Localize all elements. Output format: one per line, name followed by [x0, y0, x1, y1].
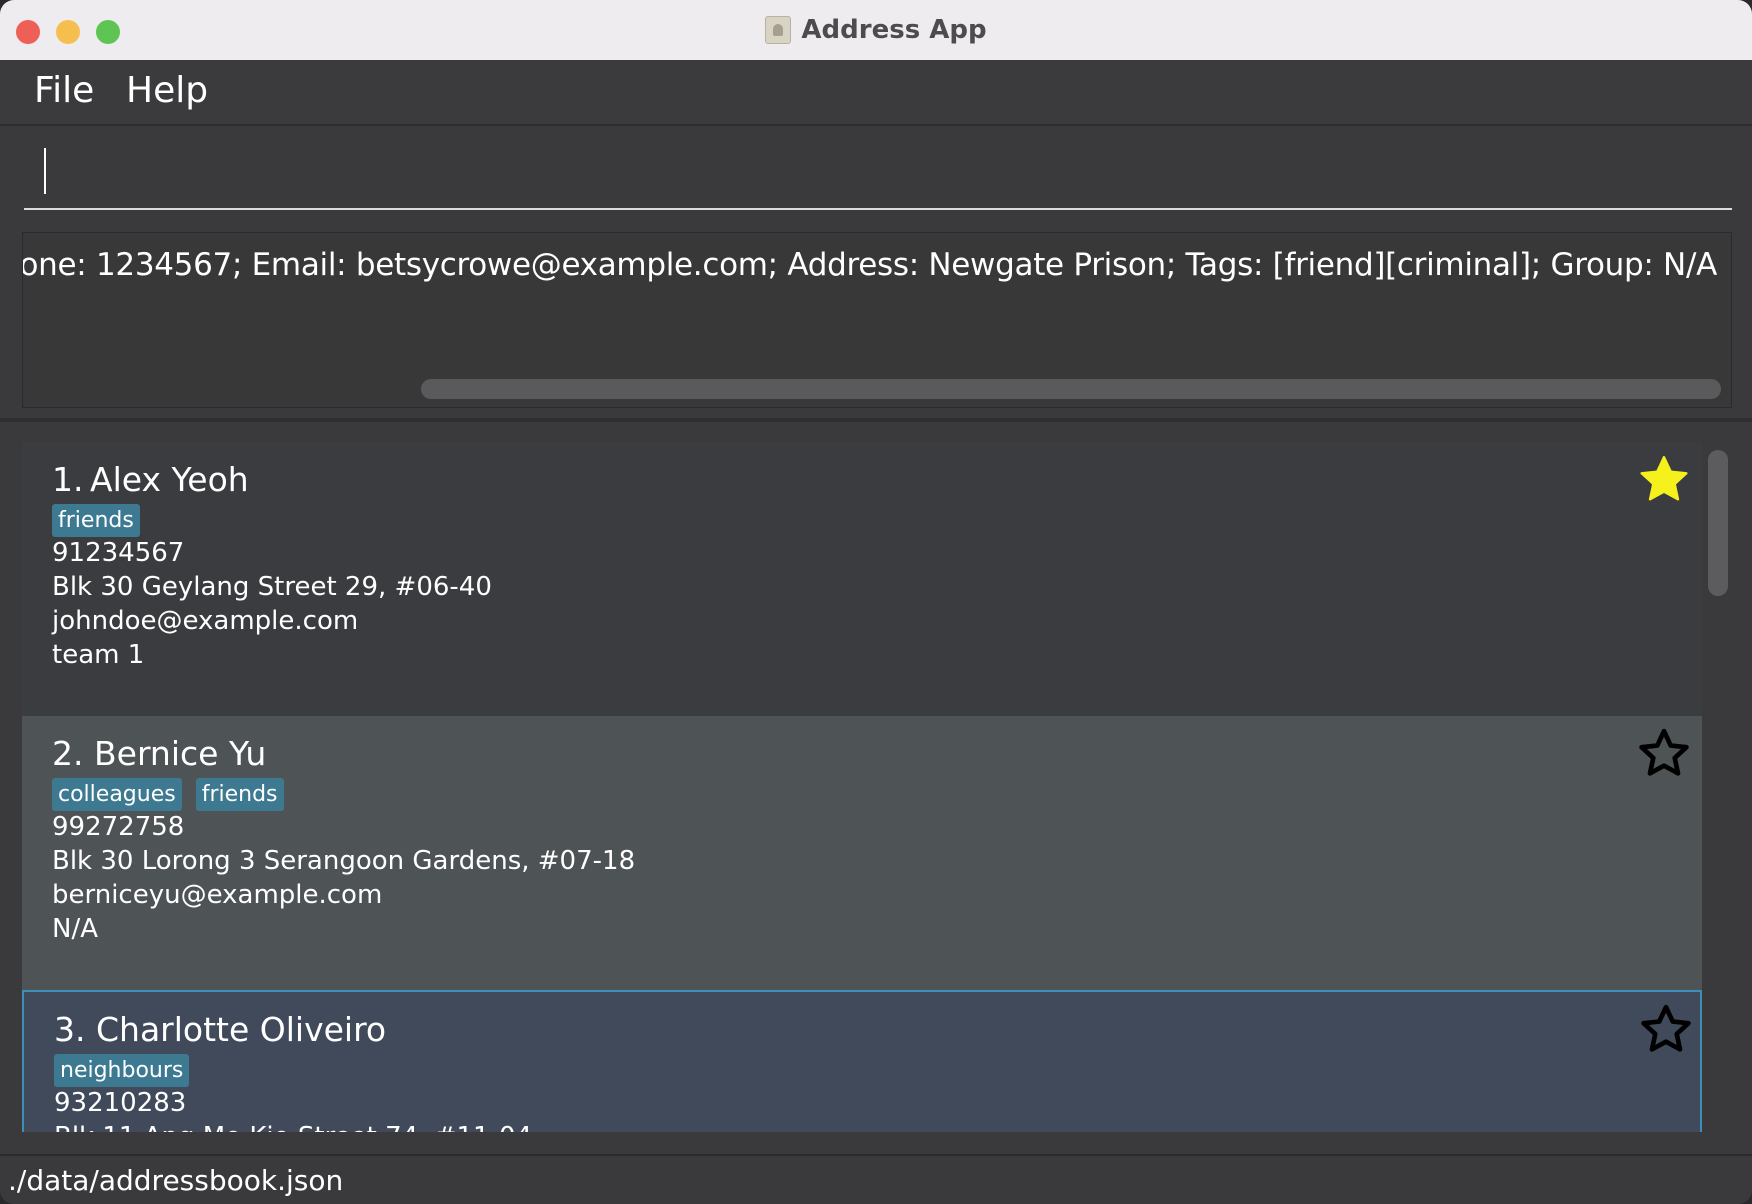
tag-list: colleagues friends — [52, 778, 284, 811]
person-address: Blk 30 Lorong 3 Serangoon Gardens, #07-1… — [52, 846, 636, 876]
tag: colleagues — [52, 778, 182, 811]
command-input[interactable] — [24, 128, 1736, 210]
tag-list: neighbours — [54, 1054, 190, 1087]
tag: friends — [195, 778, 284, 811]
person-group: N/A — [52, 914, 98, 944]
command-box[interactable] — [24, 128, 1736, 210]
person-phone: 99272758 — [52, 812, 185, 842]
star-outline-icon[interactable] — [1638, 1002, 1694, 1058]
person-index: 1. — [52, 460, 84, 499]
tag: friends — [52, 504, 140, 537]
person-card-selected[interactable]: 3. Charlotte Oliveiro neighbours 9321028… — [22, 990, 1702, 1132]
save-location: ./data/addressbook.json — [8, 1164, 344, 1197]
person-list-scrollbar[interactable] — [1708, 450, 1728, 596]
menu-bar: File Help — [0, 60, 1752, 126]
panel-divider[interactable] — [0, 418, 1752, 422]
person-index: 2. — [52, 734, 84, 773]
menu-help[interactable]: Help — [126, 70, 208, 111]
person-name: Charlotte Oliveiro — [96, 1010, 387, 1049]
title-bar: Address App — [0, 0, 1752, 61]
person-email: berniceyu@example.com — [52, 880, 383, 910]
person-name: Alex Yeoh — [90, 460, 249, 499]
person-phone: 91234567 — [52, 538, 185, 568]
result-display[interactable]: l1; Phone: 1234567; Email: betsycrowe@ex… — [22, 232, 1732, 408]
star-filled-icon[interactable] — [1636, 452, 1692, 508]
person-phone: 93210283 — [54, 1088, 187, 1118]
window-title: Address App — [801, 15, 987, 45]
star-outline-icon[interactable] — [1636, 726, 1692, 782]
person-index: 3. — [54, 1010, 86, 1049]
person-address: Blk 11 Ang Mo Kio Street 74, #11-04 — [54, 1122, 532, 1132]
person-email: johndoe@example.com — [52, 606, 359, 636]
text-caret — [44, 148, 46, 194]
title-group: Address App — [0, 0, 1752, 60]
tag: neighbours — [54, 1054, 190, 1087]
app-window: Address App File Help l1; Phone: 1234567… — [0, 0, 1752, 1204]
tag-list: friends — [52, 504, 140, 537]
person-list[interactable]: 1. Alex Yeoh friends 91234567 Blk 30 Gey… — [22, 442, 1702, 1132]
person-address: Blk 30 Geylang Street 29, #06-40 — [52, 572, 492, 602]
person-group: team 1 — [52, 640, 145, 670]
result-text: l1; Phone: 1234567; Email: betsycrowe@ex… — [22, 247, 1717, 283]
status-bar: ./data/addressbook.json — [0, 1154, 1752, 1204]
app-icon — [765, 16, 792, 44]
person-card[interactable]: 1. Alex Yeoh friends 91234567 Blk 30 Gey… — [22, 442, 1702, 716]
menu-file[interactable]: File — [34, 70, 94, 111]
person-card[interactable]: 2. Bernice Yu colleagues friends 9927275… — [22, 716, 1702, 990]
person-name: Bernice Yu — [94, 734, 267, 773]
result-horizontal-scrollbar[interactable] — [421, 379, 1721, 399]
